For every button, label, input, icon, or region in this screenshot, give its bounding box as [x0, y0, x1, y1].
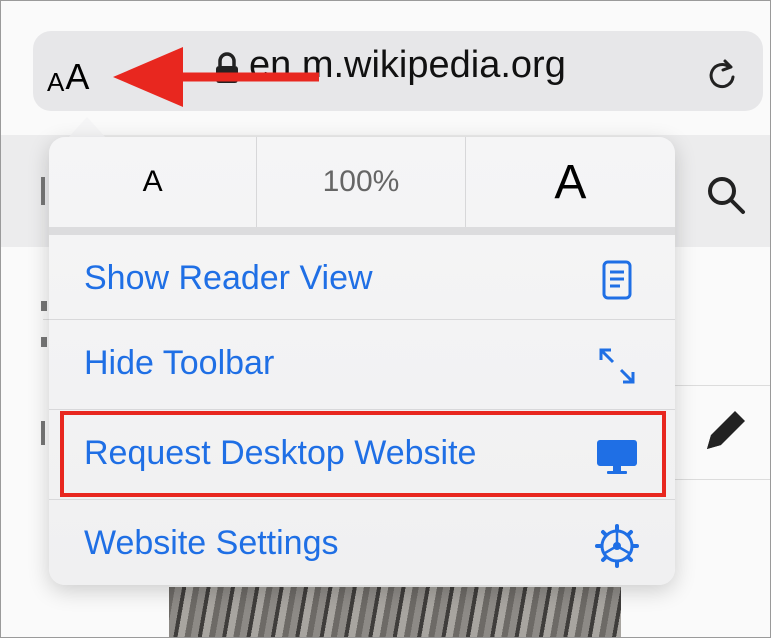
menu-section-divider: [49, 227, 675, 235]
menu-item-label: Hide Toolbar: [84, 344, 275, 382]
text-size-button[interactable]: A A: [47, 49, 101, 97]
page-divider: [675, 385, 770, 386]
edit-pencil-icon[interactable]: [701, 405, 751, 457]
menu-item-hide-toolbar[interactable]: Hide Toolbar: [49, 320, 675, 410]
annotation-arrow: [113, 47, 319, 107]
decrease-text-size-button[interactable]: A: [49, 137, 258, 227]
reload-icon[interactable]: [705, 57, 741, 93]
article-photo: [169, 587, 621, 637]
settings-gear-icon: [595, 524, 639, 568]
zoom-level-button[interactable]: 100%: [257, 137, 466, 227]
menu-item-website-settings[interactable]: Website Settings: [49, 500, 675, 590]
reader-view-icon: [602, 260, 632, 300]
page-text-fragment: [41, 421, 45, 445]
page-text-fragment: [41, 337, 47, 347]
search-icon[interactable]: [701, 171, 749, 219]
menu-item-label: Website Settings: [84, 524, 339, 562]
font-size-controls: A 100% A: [49, 137, 675, 227]
menu-item-show-reader-view[interactable]: Show Reader View: [49, 235, 675, 325]
page-divider: [675, 479, 770, 480]
popover-pointer: [67, 117, 107, 139]
annotation-highlight-box: [60, 411, 666, 497]
page-text-fragment: [41, 177, 45, 205]
increase-text-size-button[interactable]: A: [466, 137, 675, 227]
text-size-large-glyph: A: [65, 56, 90, 97]
page-menu-popover: A 100% A Show Reader View Hide Toolbar R…: [49, 137, 675, 585]
expand-arrows-icon: [599, 348, 635, 384]
page-text-fragment: [41, 301, 47, 311]
text-size-small-glyph: A: [47, 67, 65, 97]
screenshot-frame: A A en.m.wikipedia.org A 100% A Show Rea…: [0, 0, 771, 638]
menu-item-label: Show Reader View: [84, 259, 373, 297]
